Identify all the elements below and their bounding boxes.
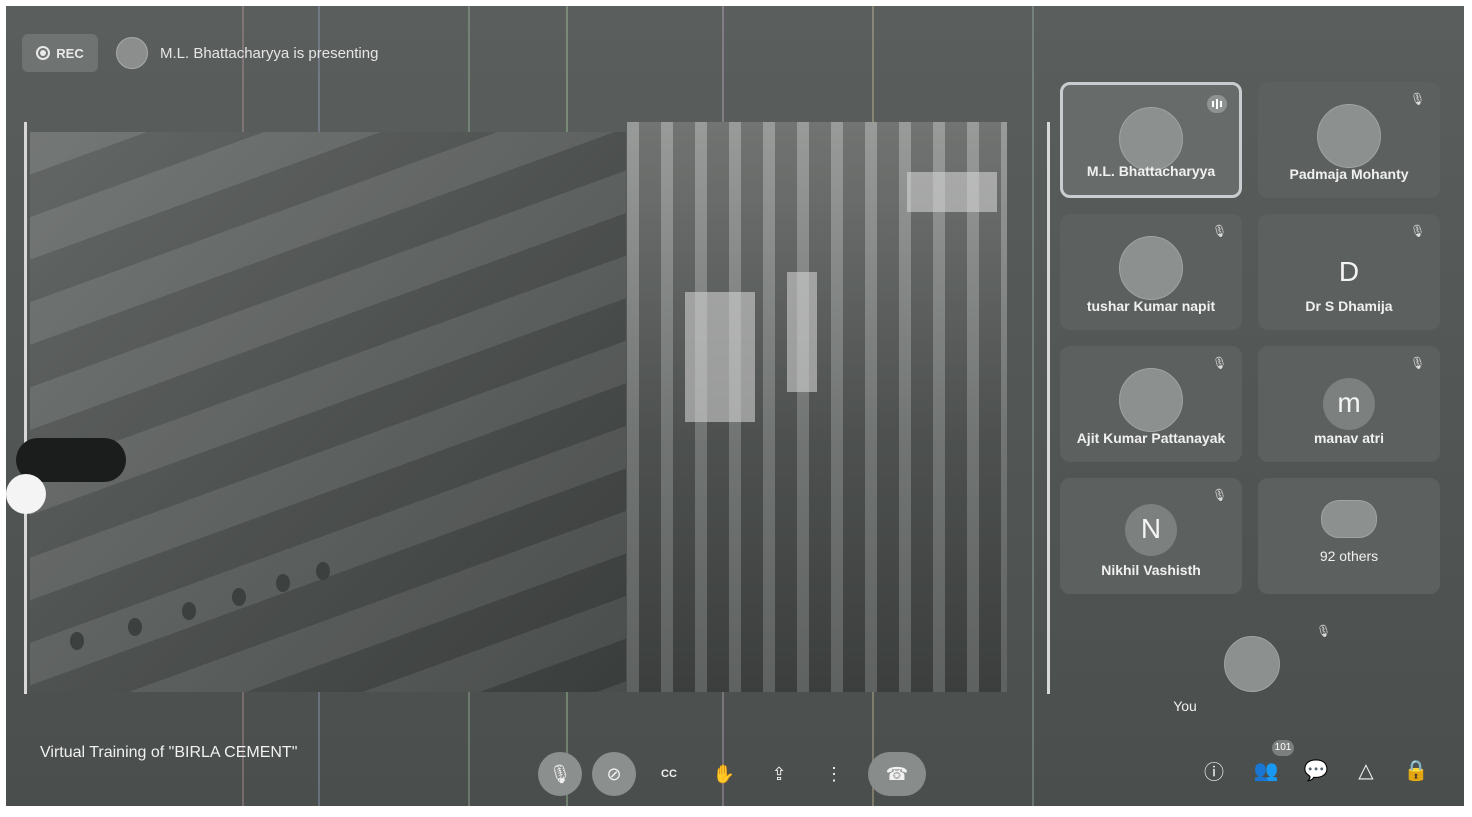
present-screen-icon: ⇪	[771, 763, 787, 784]
chat-button[interactable]: 💬	[1300, 754, 1332, 786]
raise-hand-icon: ✋	[712, 763, 736, 784]
participant-name: Ajit Kumar Pattanayak	[1076, 430, 1226, 446]
self-label: You	[1173, 698, 1197, 714]
rail-hole	[70, 632, 84, 650]
presenter-avatar	[116, 37, 148, 69]
rail-hole	[182, 602, 196, 620]
photo-highlight	[685, 292, 755, 422]
participant-tile[interactable]: 🎙 Ajit Kumar Pattanayak	[1060, 346, 1242, 462]
meeting-title: Virtual Training of "BIRLA CEMENT"	[40, 744, 298, 761]
shared-screen-photo	[627, 122, 1007, 692]
raise-hand-button[interactable]: ✋	[702, 752, 746, 796]
meeting-details-button[interactable]: ⓘ	[1198, 754, 1230, 786]
activities-button[interactable]: △	[1350, 754, 1382, 786]
participant-avatar	[1317, 104, 1381, 168]
chat-icon: 💬	[1303, 759, 1329, 782]
rail-hole	[276, 574, 290, 592]
participant-name: M.L. Bhattacharyya	[1086, 163, 1216, 179]
participant-initial: N	[1125, 504, 1177, 556]
self-avatar	[1224, 636, 1280, 692]
others-avatars	[1321, 500, 1377, 538]
others-tile[interactable]: 92 others	[1258, 478, 1440, 594]
more-options-icon: ⋮	[825, 763, 843, 784]
participant-name: Padmaja Mohanty	[1289, 166, 1409, 182]
info-icon: ⓘ	[1204, 761, 1224, 784]
more-options-button[interactable]: ⋮	[812, 752, 856, 796]
participant-name: tushar Kumar napit	[1086, 298, 1216, 314]
meet-window: REC M.L. Bhattacharyya is presenting M.L…	[6, 6, 1464, 806]
activities-icon: △	[1358, 759, 1374, 782]
mic-off-icon: 🎙	[1316, 624, 1332, 638]
mic-off-icon: 🎙	[1212, 488, 1228, 502]
others-count: 92 others	[1319, 548, 1379, 564]
record-icon	[36, 46, 51, 60]
mic-off-icon: 🎙	[548, 763, 572, 784]
participant-avatar	[1119, 236, 1183, 300]
participant-tile[interactable]: N 🎙 Nikhil Vashisth	[1060, 478, 1242, 594]
camera-off-icon: ⊘	[606, 763, 622, 784]
people-icon: 👥	[1253, 759, 1279, 782]
recording-indicator: REC	[22, 34, 98, 72]
captions-icon: CC	[661, 768, 677, 780]
participant-tile[interactable]: 🎙 Padmaja Mohanty	[1258, 82, 1440, 198]
presenter-banner: M.L. Bhattacharyya is presenting	[116, 34, 378, 72]
presenter-text: M.L. Bhattacharyya is presenting	[160, 44, 379, 62]
participant-tile[interactable]: M.L. Bhattacharyya	[1060, 82, 1242, 198]
participant-name: Dr S Dhamija	[1305, 298, 1393, 314]
participant-name: manav atri	[1313, 430, 1385, 446]
participant-count-badge: 101	[1272, 740, 1294, 756]
captions-button[interactable]: CC	[647, 752, 691, 796]
participant-initial: D	[1338, 256, 1360, 287]
participant-tile[interactable]: m 🎙 manav atri	[1258, 346, 1440, 462]
participant-initial: m	[1323, 378, 1375, 430]
participant-tile[interactable]: D 🎙 Dr S Dhamija	[1258, 214, 1440, 330]
host-controls-button[interactable]: 🔒	[1400, 754, 1432, 786]
photo-highlight	[787, 272, 817, 392]
rail-hole	[316, 562, 330, 580]
shield-lock-icon: 🔒	[1403, 759, 1429, 782]
leave-call-button[interactable]: ☎	[868, 752, 926, 796]
mic-off-icon: 🎙	[1410, 356, 1426, 370]
mic-off-icon: 🎙	[1410, 92, 1426, 106]
people-button[interactable]: 👥	[1250, 754, 1282, 786]
mic-toggle-button[interactable]: 🎙	[538, 752, 582, 796]
mic-off-icon: 🎙	[1410, 224, 1426, 238]
participant-avatar	[1119, 368, 1183, 432]
present-button[interactable]: ⇪	[757, 752, 801, 796]
recording-label: REC	[56, 45, 84, 61]
camera-toggle-button[interactable]: ⊘	[592, 752, 636, 796]
shared-screen	[24, 122, 1050, 694]
self-tile[interactable]: 🎙 You	[1060, 610, 1440, 730]
participant-avatar	[1119, 107, 1183, 171]
mic-off-icon: 🎙	[1212, 224, 1228, 238]
photo-highlight	[907, 172, 997, 212]
shared-screen-left-image	[30, 132, 626, 692]
participant-tile[interactable]: 🎙 tushar Kumar napit	[1060, 214, 1242, 330]
speaking-icon	[1207, 95, 1227, 113]
rail-hole	[232, 588, 246, 606]
participant-name: Nikhil Vashisth	[1101, 562, 1201, 578]
leave-call-icon: ☎	[885, 763, 909, 784]
drag-handle[interactable]	[6, 474, 46, 514]
mic-off-icon: 🎙	[1212, 356, 1228, 370]
rail-hole	[128, 618, 142, 636]
